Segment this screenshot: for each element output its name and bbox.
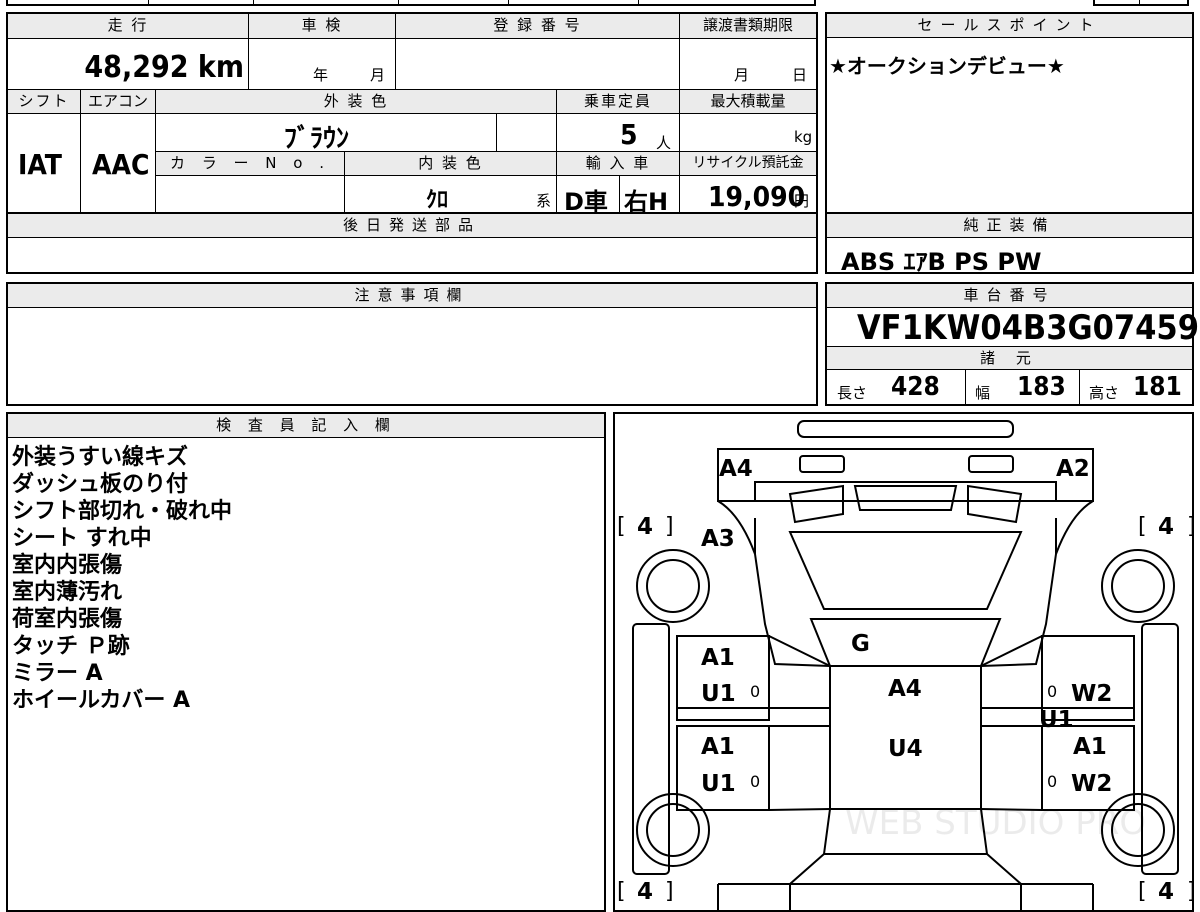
import-label: 輸 入 車 bbox=[557, 152, 679, 175]
exterior-color-label: 外 装 色 bbox=[156, 90, 556, 113]
svg-text:]: ] bbox=[665, 514, 674, 539]
length-value: 428 bbox=[891, 372, 940, 402]
vehicle-info-box: 走 行 車 検 登 録 番 号 譲渡書類期限 48,292 km 年 月 月 日… bbox=[6, 12, 818, 216]
sales-point-box: セールスポイント ★オークションデビュー★ bbox=[825, 12, 1194, 214]
svg-text:[: [ bbox=[617, 879, 626, 904]
equipment-box: 純正装備 ABS ｴｱB PS PW bbox=[825, 212, 1194, 276]
mark-zero: 0 bbox=[750, 682, 760, 701]
mark-top-left: A4 bbox=[719, 456, 753, 482]
mark-windshield: G bbox=[851, 631, 870, 657]
transfer-deadline-label: 譲渡書類期限 bbox=[680, 14, 816, 38]
svg-text:]: ] bbox=[665, 879, 674, 904]
shift-value: IAT bbox=[18, 148, 62, 181]
tire-rear-right-value: 4 bbox=[1158, 879, 1174, 905]
mileage-value: 48,292 km bbox=[84, 50, 244, 85]
capacity-label: 乗車定員 bbox=[557, 90, 679, 113]
mileage-label: 走 行 bbox=[8, 14, 248, 38]
notes-header: 注意事項欄 bbox=[8, 284, 816, 308]
aircon-label: エアコン bbox=[81, 90, 155, 113]
inspector-box: 検 査 員 記 入 欄 外装うすい線キズ ダッシュ板のり付 シフト部切れ・破れ中… bbox=[6, 412, 606, 912]
registration-label: 登 録 番 号 bbox=[396, 14, 679, 38]
remark-item: シフト部切れ・破れ中 bbox=[12, 499, 233, 524]
svg-text:]: ] bbox=[1187, 879, 1194, 904]
chassis-header: 車台番号 bbox=[827, 284, 1192, 308]
capacity-value: 5 bbox=[620, 118, 638, 151]
tire-rear-left-value: 4 bbox=[637, 879, 653, 905]
mark-right-rear-2: W2 bbox=[1071, 771, 1112, 797]
svg-text:[: [ bbox=[617, 514, 626, 539]
inspector-header: 検 査 員 記 入 欄 bbox=[8, 414, 604, 438]
chassis-box: 車台番号 VF1KW04B3G0745934 諸 元 長さ 428 幅 183 … bbox=[825, 282, 1200, 406]
top-strip bbox=[6, 0, 816, 6]
remark-item: 荷室内張傷 bbox=[12, 607, 123, 632]
interior-color-suffix: 系 bbox=[536, 192, 552, 210]
recycle-fee-label: リサイクル預託金 bbox=[680, 152, 816, 175]
tire-front-left-value: 4 bbox=[637, 514, 653, 540]
mark-right-front-1: W2 bbox=[1071, 681, 1112, 707]
inspection-month: 月 bbox=[370, 66, 386, 84]
inspection-year: 年 bbox=[313, 66, 329, 84]
mark-top-right: A2 bbox=[1056, 456, 1090, 482]
remark-item: ダッシュ板のり付 bbox=[12, 472, 189, 497]
car-diagram: A4 A2 A3 G A4 U4 A1 U1 0 A1 U1 0 0 W2 U1… bbox=[617, 420, 1194, 910]
svg-text:]: ] bbox=[1187, 514, 1194, 539]
car-diagram-box: A4 A2 A3 G A4 U4 A1 U1 0 A1 U1 0 0 W2 U1… bbox=[613, 412, 1194, 912]
height-label: 高さ bbox=[1089, 384, 1120, 402]
width-label: 幅 bbox=[975, 384, 991, 402]
remark-item: 外装うすい線キズ bbox=[12, 445, 189, 470]
max-load-label: 最大積載量 bbox=[680, 90, 816, 113]
notes-box: 注意事項欄 bbox=[6, 282, 818, 406]
chassis-number: VF1KW04B3G0745934 bbox=[857, 308, 1200, 348]
mark-right-front-2: U1 bbox=[1039, 707, 1074, 733]
equipment-header: 純正装備 bbox=[827, 214, 1192, 238]
mark-left-front-2: U1 bbox=[701, 681, 736, 707]
later-parts-header: 後日発送部品 bbox=[8, 214, 816, 238]
mark-upper-left: A3 bbox=[701, 526, 735, 552]
remark-item: シート すれ中 bbox=[12, 526, 152, 551]
inspection-label: 車 検 bbox=[249, 14, 395, 38]
mark-right-rear-1: A1 bbox=[1073, 734, 1107, 760]
svg-text:[: [ bbox=[1138, 879, 1147, 904]
transfer-day: 日 bbox=[792, 66, 808, 84]
remark-item: ホイールカバー A bbox=[12, 688, 191, 713]
remark-item: ミラー A bbox=[12, 661, 103, 686]
shift-label: シフト bbox=[8, 90, 80, 113]
mark-roof-2: U4 bbox=[888, 736, 923, 762]
recycle-fee-unit: 円 bbox=[794, 192, 810, 210]
later-parts-box: 後日発送部品 bbox=[6, 212, 818, 274]
transfer-month: 月 bbox=[734, 66, 750, 84]
sales-point-header: セールスポイント bbox=[827, 14, 1192, 38]
mark-left-rear-1: A1 bbox=[701, 734, 735, 760]
top-strip-right bbox=[1093, 0, 1189, 6]
spec-header: 諸 元 bbox=[827, 346, 1192, 370]
remark-item: 室内薄汚れ bbox=[12, 580, 123, 605]
recycle-fee-value: 19,090 bbox=[708, 180, 806, 213]
height-value: 181 bbox=[1133, 372, 1182, 402]
max-load-unit: kg bbox=[794, 128, 813, 146]
interior-color-label: 内 装 色 bbox=[345, 152, 556, 175]
remark-item: 室内内張傷 bbox=[12, 553, 123, 578]
mark-roof-1: A4 bbox=[888, 676, 922, 702]
capacity-unit: 人 bbox=[656, 134, 672, 152]
remark-item: タッチ Ｐ跡 bbox=[12, 634, 130, 659]
watermark: WEB STUDIO PRO bbox=[845, 803, 1146, 843]
mark-left-rear-2: U1 bbox=[701, 771, 736, 797]
aircon-value: AAC bbox=[92, 148, 150, 181]
length-label: 長さ bbox=[837, 384, 868, 402]
inspector-remarks: 外装うすい線キズ ダッシュ板のり付 シフト部切れ・破れ中 シート すれ中 室内内… bbox=[12, 444, 232, 714]
sales-point-text: ★オークションデビュー★ bbox=[829, 54, 1065, 78]
svg-text:[: [ bbox=[1138, 514, 1147, 539]
mark-zero: 0 bbox=[1047, 682, 1057, 701]
exterior-color-value: ﾌﾞﾗｳﾝ bbox=[284, 124, 350, 154]
interior-color-value: ｸﾛ bbox=[426, 188, 449, 213]
mark-zero: 0 bbox=[750, 772, 760, 791]
color-no-label: カ ラ ー N o . bbox=[156, 152, 344, 175]
width-value: 183 bbox=[1017, 372, 1066, 402]
tire-front-right-value: 4 bbox=[1158, 514, 1174, 540]
equipment-text: ABS ｴｱB PS PW bbox=[841, 248, 1042, 276]
mark-left-front-1: A1 bbox=[701, 645, 735, 671]
mark-zero: 0 bbox=[1047, 772, 1057, 791]
